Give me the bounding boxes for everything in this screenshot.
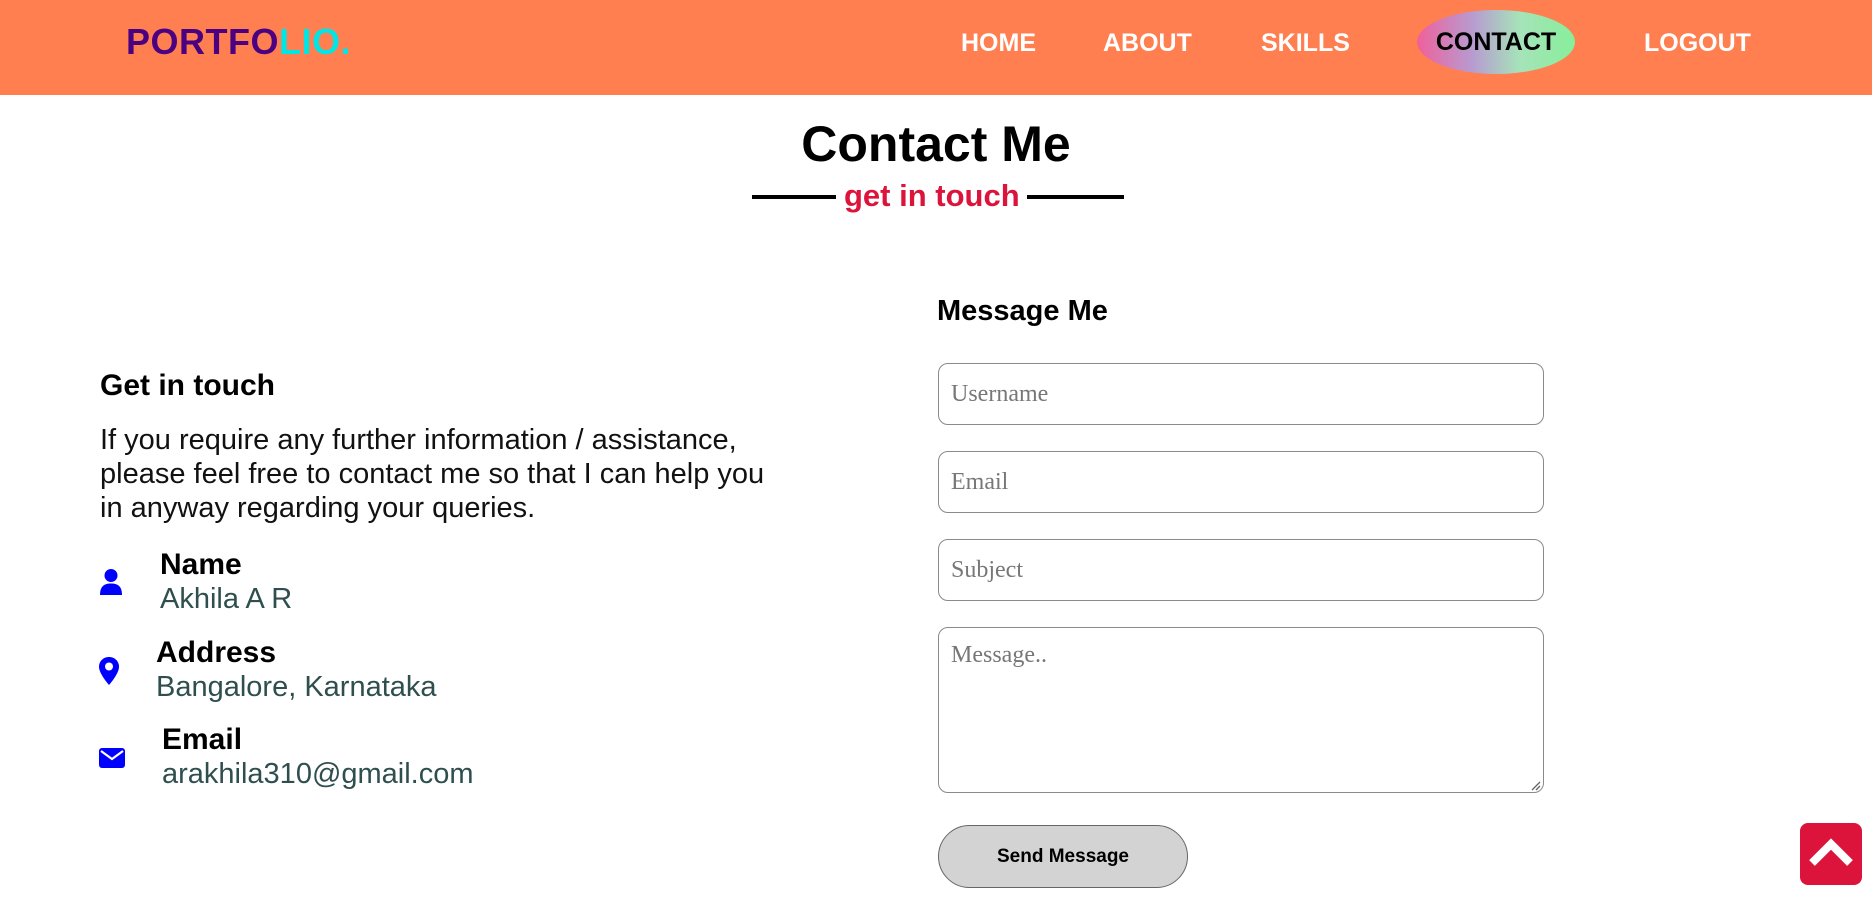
subject-input[interactable] xyxy=(938,539,1544,601)
subtitle-line-left xyxy=(752,195,836,199)
logo-text-accent: LIO. xyxy=(279,21,351,62)
contact-info-description: If you require any further information /… xyxy=(100,424,765,524)
resize-grip-icon[interactable] xyxy=(1529,778,1541,791)
name-label: Name xyxy=(160,548,242,581)
section-subtitle: get in touch xyxy=(844,178,1020,213)
logo-text-primary: PORTFO xyxy=(126,21,279,62)
subtitle-group: get in touch xyxy=(752,178,1124,214)
nav-home-link[interactable]: HOME xyxy=(961,28,1036,58)
logo[interactable]: PORTFOLIO. xyxy=(126,20,351,64)
address-value: Bangalore, Karnataka xyxy=(156,671,437,703)
envelope-icon xyxy=(99,748,125,776)
user-icon xyxy=(99,568,125,596)
map-marker-icon xyxy=(98,656,124,685)
address-label: Address xyxy=(156,636,277,669)
back-to-top-button[interactable] xyxy=(1800,823,1862,885)
message-textarea[interactable] xyxy=(938,627,1544,793)
username-input[interactable] xyxy=(938,363,1544,425)
nav-contact-link[interactable]: CONTACT xyxy=(1417,10,1575,74)
nav-skills-link[interactable]: SKILLS xyxy=(1261,28,1350,58)
chevron-up-icon xyxy=(1808,837,1854,872)
name-value: Akhila A R xyxy=(160,583,293,615)
email-label: Email xyxy=(162,723,243,756)
page-title: Contact Me xyxy=(801,116,1071,172)
nav-logout-link[interactable]: LOGOUT xyxy=(1644,28,1751,58)
navbar: PORTFOLIO. HOME ABOUT SKILLS CONTACT LOG… xyxy=(0,0,1872,95)
email-input[interactable] xyxy=(938,451,1544,513)
email-value: arakhila310@gmail.com xyxy=(162,758,474,790)
message-form-heading: Message Me xyxy=(937,295,1108,327)
send-message-button[interactable]: Send Message xyxy=(938,825,1188,888)
subtitle-line-right xyxy=(1027,195,1124,199)
contact-info-heading: Get in touch xyxy=(100,369,275,402)
nav-about-link[interactable]: ABOUT xyxy=(1103,28,1192,58)
